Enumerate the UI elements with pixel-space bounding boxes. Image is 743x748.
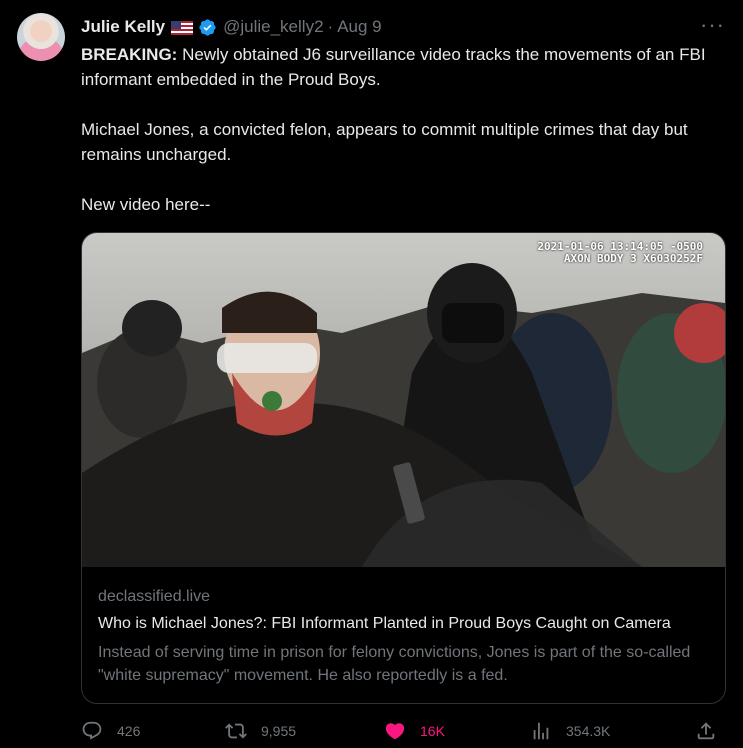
like-button[interactable]: 16K (384, 720, 445, 742)
tweet-actions: 426 9,955 16K 354.3K (81, 720, 721, 746)
avatar[interactable] (17, 13, 65, 61)
breaking-label: BREAKING: (81, 45, 178, 64)
separator-dot: · (327, 17, 334, 36)
views-count: 354.3K (566, 723, 611, 739)
author-name[interactable]: Julie Kelly (81, 17, 165, 37)
link-card[interactable]: 2021-01-06 13:14:05 -0500 AXON BODY 3 X6… (81, 232, 726, 704)
heart-icon (385, 723, 405, 740)
bodycam-timestamp: 2021-01-06 13:14:05 -0500 AXON BODY 3 X6… (537, 241, 703, 265)
tweet-text: BREAKING: Newly obtained J6 surveillance… (81, 42, 731, 217)
us-flag-icon (171, 20, 194, 35)
bodycam-timestamp-line-2: AXON BODY 3 X6030252F (563, 252, 703, 265)
tweet-header: Julie Kelly @julie_kelly2 · Aug 9 ··· (81, 14, 725, 39)
share-button[interactable] (695, 720, 717, 742)
reply-count: 426 (117, 723, 141, 739)
card-title[interactable]: Who is Michael Jones?: FBI Informant Pla… (98, 615, 713, 633)
card-domain: declassified.live (98, 588, 211, 605)
retweet-count: 9,955 (261, 723, 297, 739)
author-handle[interactable]: @julie_kelly2 (223, 17, 323, 37)
reply-icon (82, 721, 102, 740)
card-image[interactable]: 2021-01-06 13:14:05 -0500 AXON BODY 3 X6… (82, 233, 725, 567)
tweet-paragraph-2: Michael Jones, a convicted felon, appear… (81, 120, 688, 164)
retweet-button[interactable]: 9,955 (225, 720, 296, 742)
reply-button[interactable]: 426 (81, 720, 140, 742)
tweet-paragraph-3: New video here-- (81, 195, 211, 214)
tweet-date[interactable]: Aug 9 (337, 17, 381, 37)
card-description: Instead of serving time in prison for fe… (98, 644, 691, 684)
retweet-icon (225, 723, 247, 739)
verified-badge-icon[interactable] (198, 18, 217, 37)
like-count: 16K (420, 723, 445, 739)
views-button[interactable]: 354.3K (530, 720, 610, 742)
views-chart-icon (533, 722, 549, 740)
share-icon (697, 722, 715, 740)
tweet-paragraph-1: BREAKING: Newly obtained J6 surveillance… (81, 42, 731, 92)
more-options-icon[interactable]: ··· (700, 14, 725, 36)
